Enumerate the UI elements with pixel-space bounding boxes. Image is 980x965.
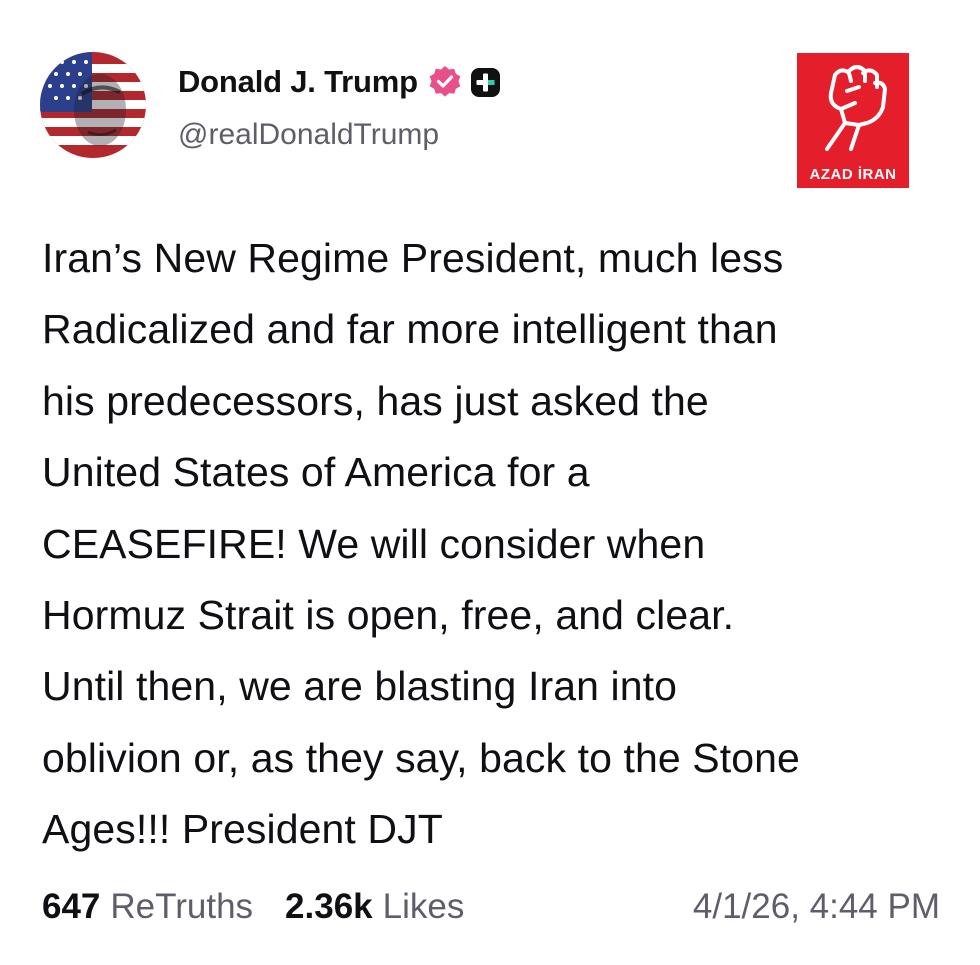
user-handle[interactable]: @realDonaldTrump — [178, 118, 439, 152]
likes-count: 2.36k — [285, 887, 373, 926]
post-body: Iran’s New Regime President, much less R… — [42, 235, 800, 853]
plus-badge-icon — [470, 67, 501, 98]
raised-fist-icon — [825, 65, 887, 151]
avatar-image — [40, 52, 146, 158]
post-stats: 647 ReTruths 2.36k Likes 4/1/26, 4:44 PM — [42, 883, 940, 931]
retruths-label: ReTruths — [110, 887, 254, 926]
likes-stat[interactable]: 2.36k Likes — [285, 887, 464, 927]
retruths-stat[interactable]: 647 ReTruths — [42, 887, 253, 927]
verified-badge-icon — [428, 65, 462, 99]
post-timestamp[interactable]: 4/1/26, 4:44 PM — [693, 887, 940, 927]
display-name[interactable]: Donald J. Trump — [178, 64, 418, 100]
likes-label: Likes — [382, 887, 465, 926]
watermark-logo: AZAD İRAN — [797, 53, 909, 188]
watermark-text: AZAD İRAN — [809, 166, 897, 183]
author-row: Donald J. Trump — [178, 62, 501, 102]
retruths-count: 647 — [42, 887, 101, 926]
avatar[interactable] — [40, 52, 146, 158]
